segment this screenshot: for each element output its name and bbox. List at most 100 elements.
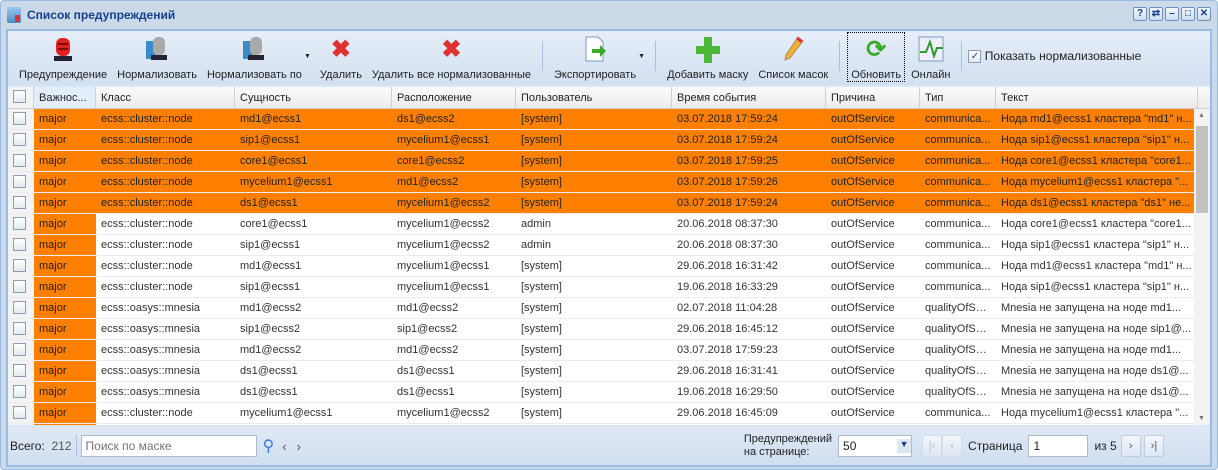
row-checkbox[interactable] [8, 340, 34, 360]
per-page-select[interactable]: 50 ▼ [838, 435, 913, 457]
column-type[interactable]: Тип [920, 87, 996, 108]
toggle-button[interactable]: ⇄ [1149, 7, 1163, 21]
cell-location: mycelium1@ecss1 [392, 130, 516, 150]
online-button[interactable]: Онлайн [906, 31, 955, 83]
cell-event-time: 20.06.2018 08:37:30 [677, 218, 778, 230]
row-checkbox[interactable] [8, 319, 34, 339]
row-checkbox[interactable] [8, 109, 34, 129]
table-row[interactable]: major ecss::cluster::node core1@ecss1 mycel… [8, 214, 1210, 235]
table-row[interactable]: major ecss::oasys::mnesia md1@ecss2 md1@ecs… [8, 340, 1210, 361]
normalize-button[interactable]: Нормализовать [112, 31, 202, 83]
chevron-down-icon[interactable]: ▼ [897, 439, 912, 453]
cell-entity: sip1@ecss1 [240, 281, 301, 293]
cell-text: Нода mycelium1@ecss1 кластера "... [1001, 407, 1189, 419]
close-button[interactable]: ✕ [1197, 7, 1211, 21]
maximize-button[interactable]: □ [1181, 7, 1195, 21]
mask-list-button[interactable]: Список масок [753, 31, 833, 83]
column-entity[interactable]: Сущность [235, 87, 392, 108]
select-all-checkbox[interactable] [8, 87, 34, 108]
cell-cause: outOfService [831, 218, 895, 230]
cell-user: [system] [521, 323, 562, 335]
cell-severity: major [34, 235, 96, 255]
row-checkbox[interactable] [8, 424, 34, 425]
cell-location: mycelium1@ecss2 [397, 239, 490, 251]
table-row[interactable]: major ecss::cluster::node mycelium1@ecss1 m… [8, 403, 1210, 424]
row-checkbox[interactable] [8, 298, 34, 318]
cell-cause: outOfService [831, 407, 895, 419]
scrollbar-thumb[interactable] [1196, 126, 1208, 213]
next-page-button[interactable]: › [1120, 435, 1141, 457]
row-checkbox[interactable] [8, 214, 34, 234]
cell-location: mycelium1@ecss2 [392, 193, 516, 213]
page-input[interactable] [1028, 435, 1089, 457]
column-text[interactable]: Текст [996, 87, 1198, 108]
table-row[interactable]: major ecss::cluster::node md1@ecss1 ds1@ecs… [8, 109, 1210, 130]
cell-cause: outOfService [826, 193, 920, 213]
cell-entity: core1@ecss1 [235, 151, 392, 171]
minimize-button[interactable]: – [1165, 7, 1179, 21]
row-checkbox[interactable] [8, 382, 34, 402]
table-row[interactable]: major ecss::cluster::node sip1@ecss1 myceli… [8, 130, 1210, 151]
checkbox-checked[interactable]: ✓ [968, 49, 982, 63]
cell-entity [235, 424, 392, 425]
row-checkbox[interactable] [8, 172, 34, 192]
prev-search-button[interactable]: ‹ [282, 439, 286, 454]
first-page-button[interactable]: |‹ [922, 435, 943, 457]
cell-type: communica... [925, 407, 991, 419]
dropdown-arrow-icon: ▼ [638, 53, 646, 60]
row-checkbox[interactable] [8, 193, 34, 213]
column-location[interactable]: Расположение [392, 87, 516, 108]
column-class[interactable]: Класс [96, 87, 235, 108]
table-row[interactable]: major ecss::cluster::node core1@ecss1 core1… [8, 151, 1210, 172]
cell-event-time: 29.06.2018 16:45:09 [677, 407, 778, 419]
last-page-button[interactable]: ›| [1144, 435, 1164, 457]
column-cause[interactable]: Причина [826, 87, 920, 108]
row-checkbox[interactable] [8, 151, 34, 171]
cell-class: ecss::cluster::node [96, 172, 235, 192]
title-bar[interactable]: Список предупреждений ? ⇄ – □ ✕ [1, 1, 1217, 28]
column-severity[interactable]: Важнос... [34, 87, 96, 108]
table-row[interactable]: major ecss::oasys::mnesia sip1@ecss2 sip1@e… [8, 319, 1210, 340]
help-button[interactable]: ? [1133, 7, 1147, 21]
cell-severity: major [34, 361, 96, 381]
table-row[interactable]: major ecss::cluster::node md1@ecss1 myceliu… [8, 256, 1210, 277]
scroll-down-icon[interactable]: ▼ [1198, 415, 1205, 422]
table-row[interactable]: major ecss::oasys::mnesia ds1@ecss1 ds1@ecs… [8, 361, 1210, 382]
mask-search-input[interactable] [80, 435, 257, 457]
export-button[interactable]: Экспортировать ▼ [549, 31, 645, 83]
table-row[interactable]: major ecss::oasys::mnesia ds1@ecss1 ds1@ecs… [8, 382, 1210, 403]
row-checkbox[interactable] [8, 361, 34, 381]
row-checkbox[interactable] [8, 403, 34, 423]
normalize-by-button[interactable]: Нормализовать по ▼ [202, 31, 311, 83]
cell-severity [34, 424, 96, 425]
add-mask-button[interactable]: Добавить маску [662, 31, 753, 83]
next-search-button[interactable]: › [297, 439, 301, 454]
row-checkbox[interactable] [8, 277, 34, 297]
refresh-button[interactable]: ⟳ Обновить [846, 31, 906, 83]
delete-all-normalized-button[interactable]: ✖ Удалить все нормализованные [367, 31, 536, 83]
cell-location: md1@ecss2 [397, 302, 459, 314]
cell-class: ecss::oasys::mnesia [101, 323, 201, 335]
table-row[interactable]: major ecss::oasys::mnesia md1@ecss2 md1@ecs… [8, 298, 1210, 319]
search-icon[interactable]: ⚲ [263, 436, 275, 456]
alarm-button[interactable]: Предупреждение [14, 31, 112, 83]
vertical-scrollbar[interactable]: ▲ ▼ [1194, 109, 1210, 425]
cell-class: ecss::oasys::mnesia [101, 302, 201, 314]
row-checkbox[interactable] [8, 256, 34, 276]
column-user[interactable]: Пользователь [516, 87, 672, 108]
table-row[interactable]: major ecss::cluster::node mycelium1@ecss1 m… [8, 172, 1210, 193]
cell-user: [system] [521, 386, 562, 398]
table-row[interactable]: major ecss::cluster::node ds1@ecss1 myceliu… [8, 193, 1210, 214]
table-row[interactable]: major ecss::cluster::node sip1@ecss1 myceli… [8, 277, 1210, 298]
row-checkbox[interactable] [8, 130, 34, 150]
row-checkbox[interactable] [8, 235, 34, 255]
cell-class: ecss::cluster::node [101, 407, 193, 419]
column-event-time[interactable]: Время события [672, 87, 826, 108]
table-row[interactable] [8, 424, 1210, 425]
delete-button[interactable]: ✖ Удалить [315, 31, 367, 83]
prev-page-button[interactable]: ‹ [942, 435, 963, 457]
cell-class: ecss::cluster::node [96, 193, 235, 213]
show-normalized-checkbox[interactable]: ✓ Показать нормализованные [968, 49, 1141, 63]
scroll-up-icon[interactable]: ▲ [1198, 112, 1205, 119]
table-row[interactable]: major ecss::cluster::node sip1@ecss1 myceli… [8, 235, 1210, 256]
